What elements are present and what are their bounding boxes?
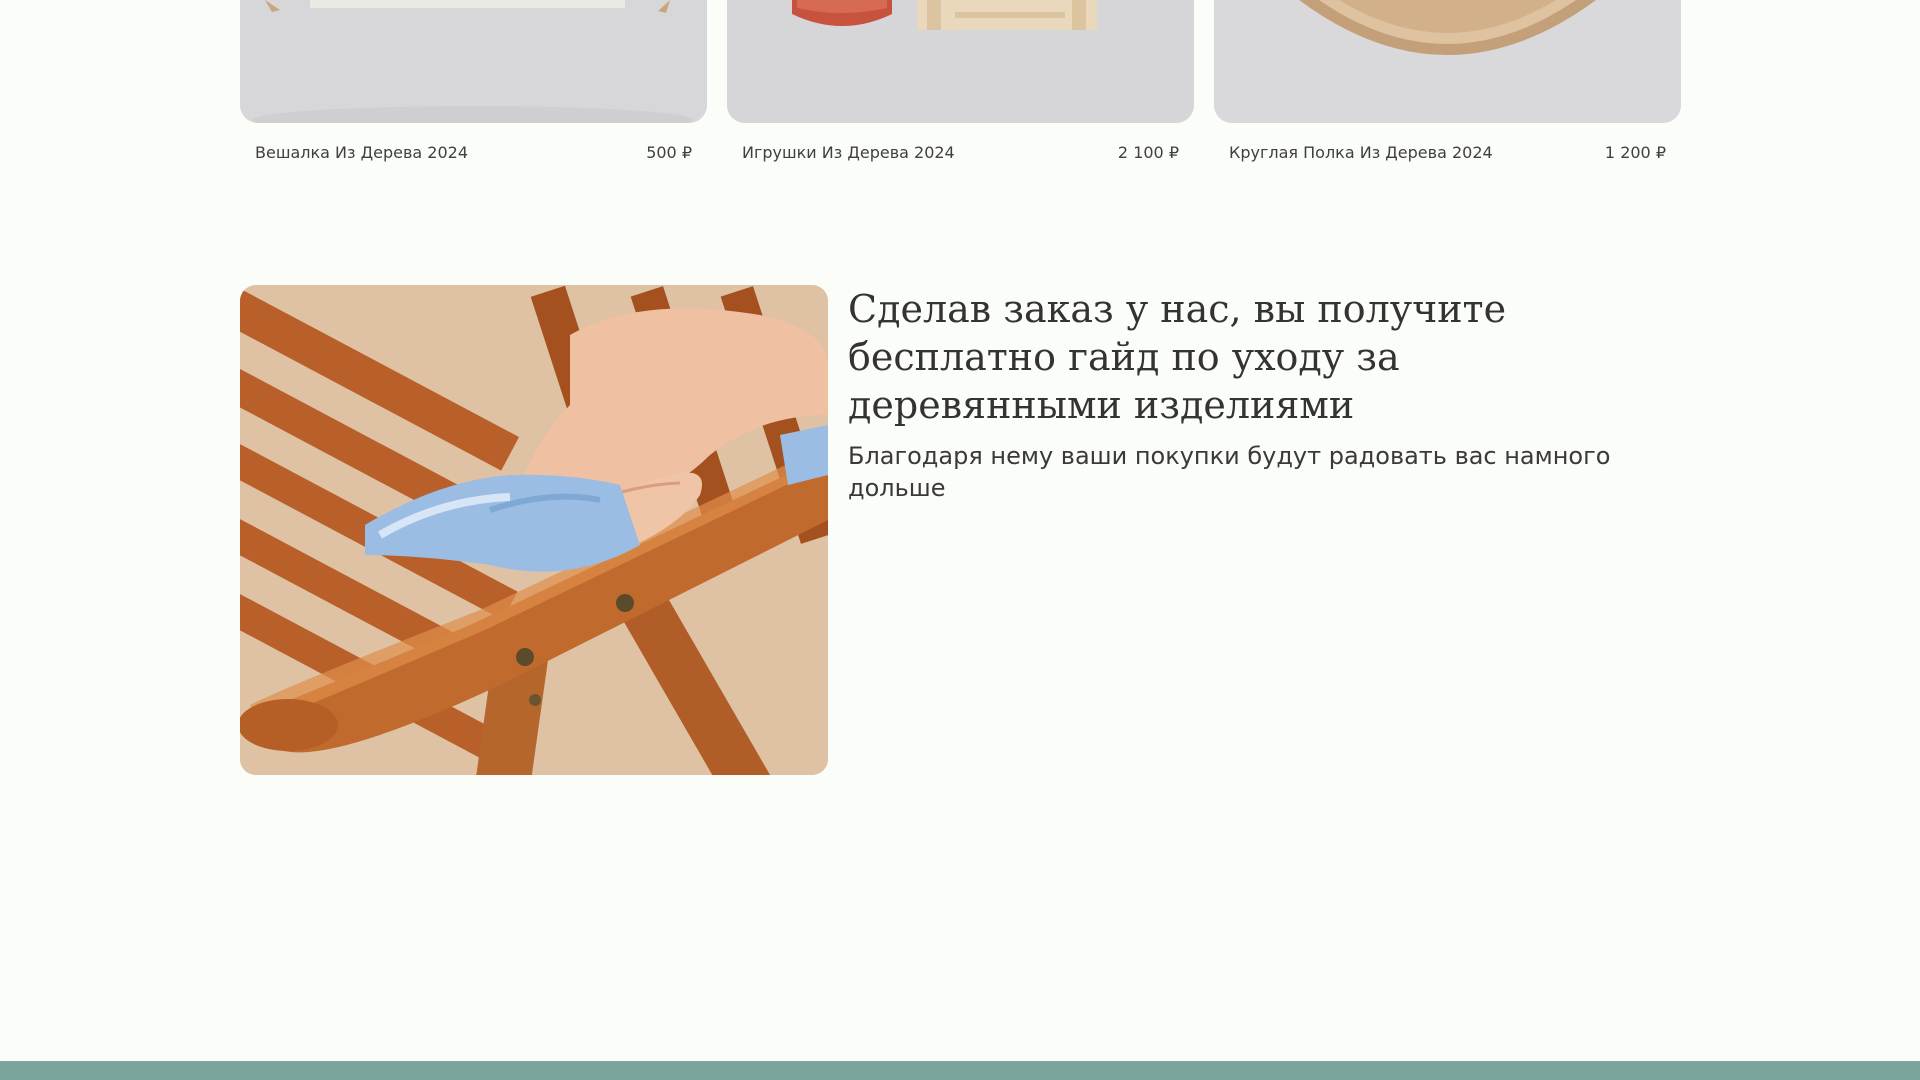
product-name[interactable]: Вешалка Из Дерева 2024 — [255, 143, 468, 162]
product-card[interactable]: Игрушки Из Дерева 2024 2 100 ₽ — [727, 0, 1194, 162]
product-image-toys[interactable] — [727, 0, 1194, 123]
care-guide-section: Сделав заказ у нас, вы получите бесплатн… — [240, 285, 1680, 775]
product-image-hanger[interactable] — [240, 0, 707, 123]
product-meta: Игрушки Из Дерева 2024 2 100 ₽ — [727, 143, 1194, 162]
page: Вешалка Из Дерева 2024 500 ₽ Игрушки Из … — [0, 0, 1920, 1080]
product-image-shelf[interactable] — [1214, 0, 1681, 123]
wooden-chair-cleaning-image — [240, 285, 828, 775]
care-guide-image — [240, 285, 828, 775]
product-meta: Вешалка Из Дерева 2024 500 ₽ — [240, 143, 707, 162]
product-card[interactable]: Вешалка Из Дерева 2024 500 ₽ — [240, 0, 707, 162]
product-grid: Вешалка Из Дерева 2024 500 ₽ Игрушки Из … — [240, 0, 1682, 162]
product-price: 1 200 ₽ — [1604, 143, 1666, 162]
product-meta: Круглая Полка Из Дерева 2024 1 200 ₽ — [1214, 143, 1681, 162]
care-guide-title: Сделав заказ у нас, вы получите бесплатн… — [848, 287, 1507, 427]
product-name[interactable]: Игрушки Из Дерева 2024 — [742, 143, 955, 162]
round-shelf-image — [1214, 0, 1681, 123]
care-guide-text: Благодаря нему ваши покупки будут радова… — [848, 442, 1611, 502]
product-price: 2 100 ₽ — [1117, 143, 1179, 162]
product-price: 500 ₽ — [646, 143, 692, 162]
wooden-toys-image — [727, 0, 1194, 123]
footer-band — [0, 1061, 1920, 1080]
wooden-hanger-image — [240, 0, 707, 123]
product-card[interactable]: Круглая Полка Из Дерева 2024 1 200 ₽ — [1214, 0, 1681, 162]
product-name[interactable]: Круглая Полка Из Дерева 2024 — [1229, 143, 1493, 162]
